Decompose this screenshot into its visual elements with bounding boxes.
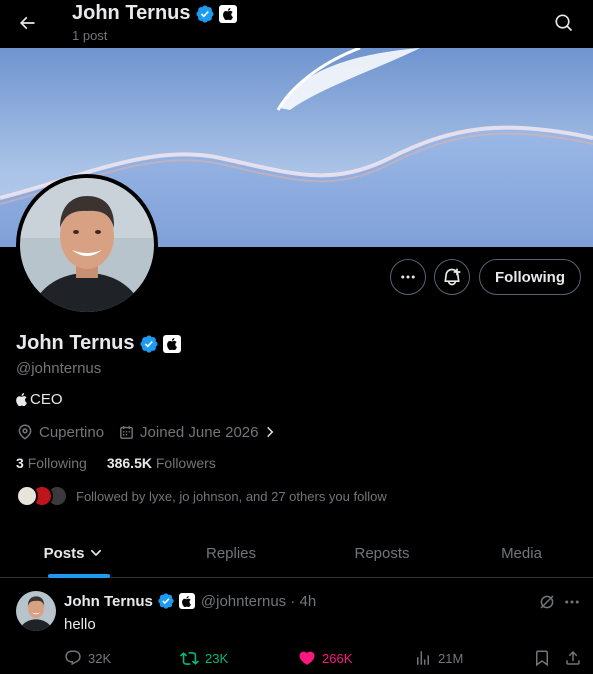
more-icon xyxy=(565,600,579,604)
header-post-count: 1 post xyxy=(72,28,108,43)
followers-label: Followers xyxy=(155,455,216,471)
header-title: John Ternus xyxy=(72,2,237,25)
profile-tabs: Posts Replies Reposts Media xyxy=(0,528,593,578)
apple-badge[interactable] xyxy=(162,334,181,353)
avatar[interactable] xyxy=(16,591,56,631)
notifications-button[interactable] xyxy=(434,259,470,295)
post-more-button[interactable] xyxy=(561,592,583,612)
tab-replies[interactable]: Replies xyxy=(148,528,314,578)
tab-label: Reposts xyxy=(354,544,410,562)
post-actions: 32K 23K 266K 21M xyxy=(0,647,593,669)
verified-icon[interactable] xyxy=(139,334,159,354)
post-handle-time: @johnternus · 4h xyxy=(200,592,317,610)
verified-icon xyxy=(195,4,214,23)
following-button[interactable]: Following xyxy=(479,259,581,295)
profile-display-name: John Ternus xyxy=(16,332,135,354)
profile-handle: @johnternus xyxy=(16,360,102,377)
post-text: hello xyxy=(64,616,96,633)
views-icon xyxy=(417,651,429,665)
tab-reposts[interactable]: Reposts xyxy=(314,528,450,578)
bookmark-button[interactable] xyxy=(533,647,551,669)
followed-by[interactable]: Followed by lyxe, jo johnson, and 27 oth… xyxy=(16,485,387,507)
search-icon xyxy=(555,14,573,32)
apple-logo-icon xyxy=(222,7,233,20)
views-button[interactable]: 21M xyxy=(414,647,463,669)
post-header: John Ternus @johnternus · 4h xyxy=(64,592,316,610)
location-icon xyxy=(18,424,32,440)
notification-plus-icon xyxy=(444,268,461,286)
like-count: 266K xyxy=(322,650,353,666)
post-author-name[interactable]: John Ternus xyxy=(64,593,153,610)
apple-badge xyxy=(178,593,195,609)
more-icon xyxy=(401,275,415,279)
following-label: Following xyxy=(27,455,87,471)
repost-button[interactable]: 23K xyxy=(180,647,228,669)
verified-icon xyxy=(158,593,174,609)
reply-icon xyxy=(65,650,81,666)
search-button[interactable] xyxy=(550,9,578,37)
profile-bio: CEO xyxy=(16,391,63,408)
avatar xyxy=(16,485,38,507)
share-button[interactable] xyxy=(564,647,582,669)
following-count: 3 xyxy=(16,455,24,471)
tab-media[interactable]: Media xyxy=(450,528,593,578)
calendar-icon xyxy=(120,425,133,439)
apple-logo-icon xyxy=(166,337,177,350)
apple-logo-icon xyxy=(16,393,27,406)
apple-badge xyxy=(218,4,237,23)
tab-label: Replies xyxy=(205,544,257,562)
back-arrow-icon xyxy=(19,16,35,30)
grok-button[interactable] xyxy=(537,592,557,612)
followed-by-text: Followed by lyxe, jo johnson, and 27 oth… xyxy=(76,488,387,504)
repost-count: 23K xyxy=(205,650,229,666)
post[interactable]: John Ternus @johnternus · 4h hello 32K 2… xyxy=(0,579,593,674)
chevron-down-icon xyxy=(91,549,102,557)
heart-icon xyxy=(299,651,315,665)
reply-button[interactable]: 32K xyxy=(64,647,111,669)
location: Cupertino xyxy=(16,423,104,441)
joined-text: Joined June 2026 xyxy=(140,423,259,441)
profile-name: John Ternus xyxy=(16,332,181,355)
tab-label: Media xyxy=(501,544,542,562)
avatar-photo xyxy=(16,591,56,631)
location-text: Cupertino xyxy=(39,423,105,441)
header-name: John Ternus xyxy=(72,2,191,24)
views-count: 21M xyxy=(438,650,464,666)
tab-active-indicator xyxy=(48,574,110,578)
share-icon xyxy=(566,650,580,665)
followers-count: 386.5K xyxy=(106,455,152,471)
more-options-button[interactable] xyxy=(390,259,426,295)
followers-link[interactable]: 386.5K Followers xyxy=(107,455,216,471)
top-bar: John Ternus 1 post xyxy=(0,0,593,48)
following-link[interactable]: 3 Following xyxy=(16,455,87,471)
like-button[interactable]: 266K xyxy=(298,647,352,669)
joined-date[interactable]: Joined June 2026 xyxy=(118,424,277,441)
chevron-right-icon xyxy=(267,426,274,438)
profile-meta: Cupertino Joined June 2026 xyxy=(16,423,291,441)
profile-stats: 3 Following 386.5K Followers xyxy=(16,455,216,471)
reply-count: 32K xyxy=(88,650,112,666)
repost-icon xyxy=(180,651,199,665)
apple-logo-icon xyxy=(182,595,192,607)
bookmark-icon xyxy=(536,650,548,667)
grok-icon xyxy=(540,595,554,609)
bio-text: CEO xyxy=(30,391,63,408)
back-button[interactable] xyxy=(12,8,42,38)
followed-by-avatars xyxy=(16,485,68,507)
tab-label: Posts xyxy=(43,544,85,562)
profile-avatar[interactable] xyxy=(16,174,158,316)
avatar-photo xyxy=(20,178,154,312)
tab-posts[interactable]: Posts xyxy=(0,528,148,578)
